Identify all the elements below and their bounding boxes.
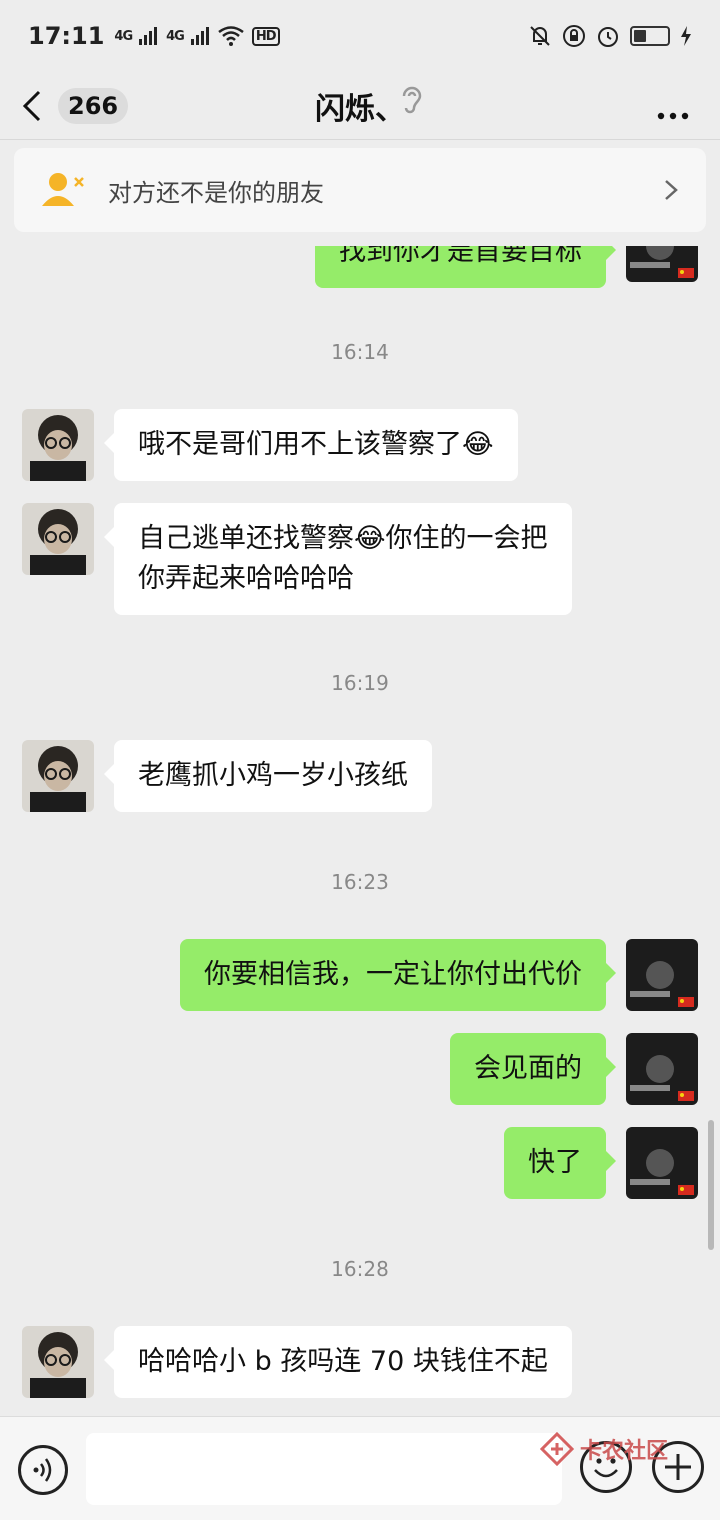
status-time: 17:11 [28, 22, 105, 50]
avatar-image [22, 409, 94, 481]
lock-rotation-icon [563, 25, 585, 47]
charging-icon [681, 26, 691, 46]
message-text-line: 自己逃单还找警察😂你住的一会把 [138, 523, 548, 554]
signal-bars-icon-2 [190, 27, 209, 45]
watermark: 卡农社区 [540, 1432, 668, 1466]
back-button[interactable] [22, 82, 58, 130]
avatar-image [22, 1326, 94, 1398]
signal-bars-icon [139, 27, 158, 45]
message-text: 快了 [528, 1147, 582, 1178]
my-avatar[interactable] [626, 246, 698, 282]
message-bubble-incoming[interactable]: 老鹰抓小鸡一岁小孩纸 [104, 740, 432, 812]
status-bar: 17:11 4G 4G HD [0, 0, 720, 72]
message-text: 你要相信我，一定让你付出代价 [204, 959, 582, 990]
message-text: 找到你才是首要目标 [339, 246, 582, 267]
more-options-button[interactable] [656, 90, 690, 130]
chevron-left-icon [22, 90, 41, 121]
alarm-icon [598, 27, 618, 47]
signal-label-1: 4G [114, 28, 133, 44]
avatar-image [22, 740, 94, 812]
message-list[interactable]: 找到你才是首要目标 16:14 哦不是哥们用不上该警察了😂 自己逃单还找警察😂你… [0, 246, 720, 1416]
timestamp: 16:14 [331, 340, 389, 364]
hd-badge: HD [251, 26, 280, 46]
scrollbar[interactable] [708, 1120, 714, 1250]
message-bubble-outgoing[interactable]: 找到你才是首要目标 [315, 246, 616, 288]
battery-icon [630, 26, 670, 46]
message-text: 哦不是哥们用不上该警察了😂 [138, 429, 494, 460]
message-text: 老鹰抓小鸡一岁小孩纸 [138, 760, 408, 791]
timestamp: 16:28 [331, 1257, 389, 1281]
message-bubble-outgoing[interactable]: 会见面的 [450, 1033, 616, 1105]
my-avatar[interactable] [626, 939, 698, 1011]
message-bubble-incoming[interactable]: 自己逃单还找警察😂你住的一会把 你弄起来哈哈哈哈 [104, 503, 572, 615]
message-text: 哈哈哈小 b 孩吗连 70 块钱住不起 [138, 1346, 548, 1377]
wifi-icon [218, 26, 244, 46]
my-avatar[interactable] [626, 1127, 698, 1199]
not-friend-banner[interactable]: 对方还不是你的朋友 [14, 148, 706, 232]
banner-text: 对方还不是你的朋友 [108, 178, 324, 207]
more-dots-icon [657, 112, 689, 120]
avatar-image [22, 503, 94, 575]
ear-icon [402, 86, 422, 114]
watermark-text: 卡农社区 [580, 1439, 669, 1464]
message-bubble-incoming[interactable]: 哦不是哥们用不上该警察了😂 [104, 409, 518, 481]
avatar-image [626, 939, 698, 1011]
watermark-logo-icon [540, 1432, 574, 1466]
message-bubble-outgoing[interactable]: 你要相信我，一定让你付出代价 [180, 939, 616, 1011]
mute-bell-icon [530, 26, 550, 46]
add-friend-icon [42, 173, 84, 206]
contact-avatar[interactable] [22, 409, 94, 481]
my-avatar[interactable] [626, 1033, 698, 1105]
message-bubble-incoming[interactable]: 哈哈哈小 b 孩吗连 70 块钱住不起 [104, 1326, 572, 1398]
voice-icon [33, 1458, 52, 1482]
message-bubble-outgoing[interactable]: 快了 [504, 1127, 616, 1199]
avatar-image [626, 246, 698, 282]
timestamp: 16:23 [331, 870, 389, 894]
chat-header: 266 闪烁、 [0, 72, 720, 140]
avatar-image [626, 1127, 698, 1199]
message-text: 会见面的 [474, 1053, 582, 1084]
avatar-image [626, 1033, 698, 1105]
message-input[interactable] [86, 1433, 562, 1505]
unread-count-badge[interactable]: 266 [58, 87, 129, 124]
chevron-right-icon [665, 180, 678, 200]
signal-label-2: 4G [166, 28, 185, 44]
contact-avatar[interactable] [22, 1326, 94, 1398]
voice-input-button[interactable] [18, 1445, 68, 1495]
message-text-line: 你弄起来哈哈哈哈 [138, 563, 354, 594]
timestamp: 16:19 [331, 671, 389, 695]
contact-avatar[interactable] [22, 503, 94, 575]
contact-avatar[interactable] [22, 740, 94, 812]
